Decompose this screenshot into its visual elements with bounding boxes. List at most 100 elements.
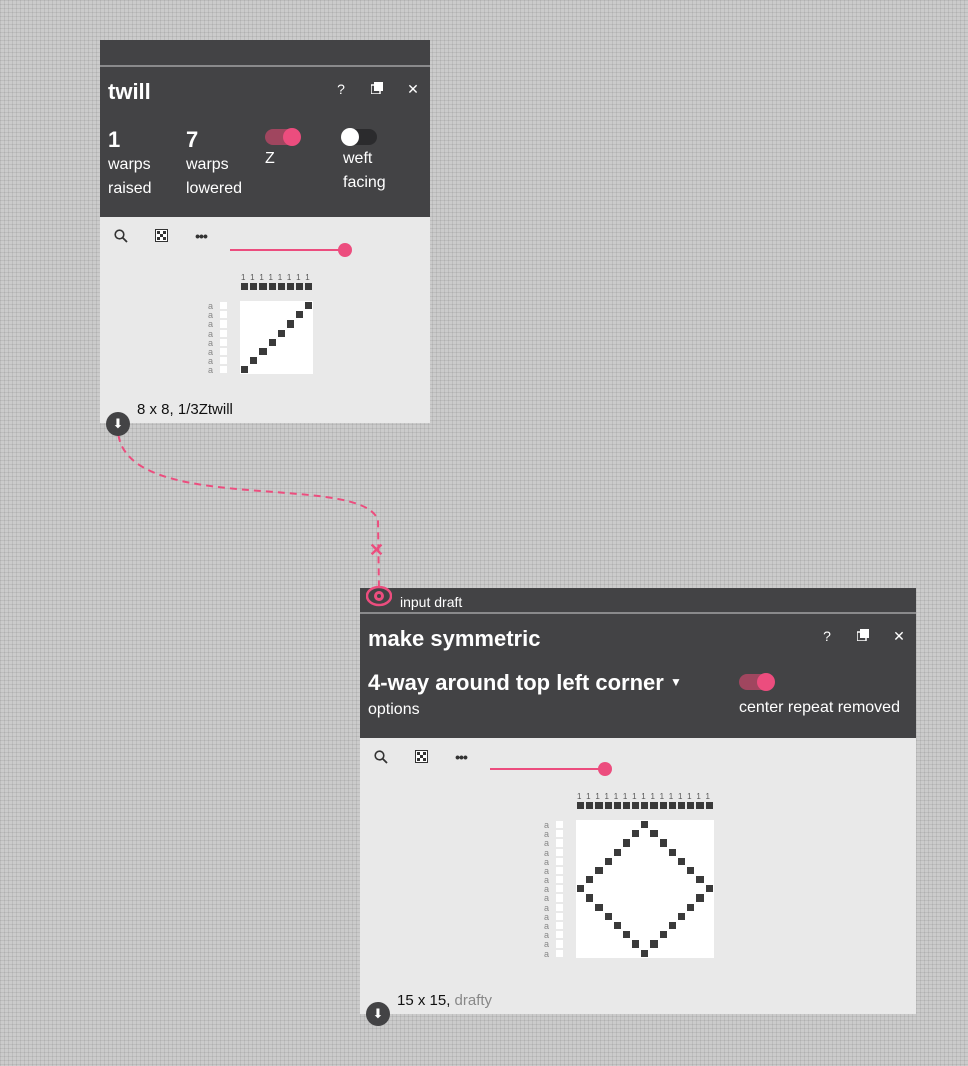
tieup-cell <box>241 283 249 291</box>
help-icon[interactable]: ? <box>334 81 348 98</box>
warp-number: 1 <box>286 273 292 282</box>
weft-color-cell <box>556 885 564 893</box>
weft-label: a <box>544 948 550 959</box>
symmetric-draft-panel: ••• 111111111111111aaaaaaaaaaaaaaa 15 x … <box>360 738 916 1014</box>
draft-view-icon[interactable] <box>154 229 168 243</box>
warps-raised-value[interactable]: 1 <box>108 127 152 153</box>
drawdown-cell <box>650 940 658 948</box>
node-title: make symmetric <box>368 626 541 651</box>
drawdown-cell <box>586 876 594 884</box>
drawdown-cell <box>622 931 631 939</box>
zoom-icon[interactable] <box>114 229 128 243</box>
more-options-icon[interactable]: ••• <box>454 750 468 764</box>
warp-number: 1 <box>641 792 646 801</box>
drawdown-cell <box>586 894 594 902</box>
warp-number: 1 <box>241 273 246 282</box>
drawdown-cell <box>641 949 649 957</box>
weft-label: a <box>208 356 214 367</box>
weft-color-cell <box>556 940 564 948</box>
weft-label: a <box>208 365 214 376</box>
options-param[interactable]: 4-way around top left corner ▼ options <box>368 670 682 722</box>
tieup-cell <box>613 802 621 810</box>
delete-connection-icon[interactable]: ✕ <box>369 540 384 561</box>
draft-name: drafty <box>454 992 493 1009</box>
tieup-cell <box>641 802 649 810</box>
weft-color-cell <box>556 857 564 865</box>
tieup-cell <box>286 283 295 291</box>
duplicate-icon[interactable] <box>370 81 384 98</box>
drawdown-cell <box>668 921 676 930</box>
draft-summary: 15 x 15, drafty <box>397 992 492 1009</box>
weft-label: a <box>544 939 550 950</box>
drawdown-cell <box>268 338 276 346</box>
zoom-slider-thumb[interactable] <box>598 762 612 776</box>
zoom-slider[interactable] <box>490 762 612 776</box>
zoom-icon[interactable] <box>374 750 388 764</box>
help-icon[interactable]: ? <box>820 628 834 645</box>
weft-color-cell <box>220 311 228 319</box>
warp-number: 1 <box>687 792 692 801</box>
tieup-cell <box>277 283 285 291</box>
weft-color-cell <box>556 866 564 875</box>
warps-raised-label-1: warps <box>108 156 151 173</box>
warps-lowered-value[interactable]: 7 <box>186 127 242 153</box>
warp-number: 1 <box>277 273 283 282</box>
tieup-cell <box>595 802 603 810</box>
drawdown-cell <box>632 830 640 838</box>
input-port-icon[interactable] <box>365 583 393 609</box>
options-select[interactable]: 4-way around top left corner ▼ <box>368 670 682 696</box>
duplicate-icon[interactable] <box>856 628 870 645</box>
tieup-cell <box>677 802 686 810</box>
output-download-icon[interactable]: ⬇ <box>106 412 130 436</box>
weft-color-cell <box>556 876 564 884</box>
warp-number: 1 <box>650 792 655 801</box>
weft-label: a <box>208 346 214 357</box>
warp-number: 1 <box>250 273 255 282</box>
weft-label: a <box>544 875 550 886</box>
drawdown-cell <box>577 885 585 893</box>
tieup-cell <box>659 802 667 810</box>
tieup-cell <box>604 802 612 810</box>
close-icon[interactable]: ✕ <box>406 81 420 98</box>
zoom-slider[interactable] <box>230 243 352 257</box>
close-icon[interactable]: ✕ <box>892 628 906 645</box>
warps-lowered-param[interactable]: 7 warps lowered <box>186 127 242 201</box>
warps-lowered-label-1: warps <box>186 156 229 173</box>
draft-view-icon[interactable] <box>414 750 428 764</box>
input-draft-label: input draft <box>400 594 463 610</box>
weft-label: a <box>544 902 550 913</box>
center-repeat-toggle[interactable] <box>739 673 775 691</box>
chevron-down-icon[interactable]: ▼ <box>670 675 682 689</box>
zoom-slider-thumb[interactable] <box>338 243 352 257</box>
input-draft-bar[interactable]: input draft <box>360 585 916 614</box>
twill-node-drag-bar[interactable] <box>100 40 430 67</box>
direction-toggle[interactable] <box>265 128 301 146</box>
tieup-cell <box>259 283 267 291</box>
weft-color-cell <box>556 931 564 939</box>
drawdown-cell <box>305 302 313 310</box>
weft-label: a <box>544 920 550 931</box>
drawdown-cell <box>622 839 631 847</box>
tieup-cell <box>296 283 304 291</box>
tieup-cell <box>305 283 313 291</box>
more-options-icon[interactable]: ••• <box>194 229 208 243</box>
warps-raised-param[interactable]: 1 warps raised <box>108 127 152 201</box>
weft-color-cell <box>556 848 564 856</box>
drawdown-grid <box>240 301 314 375</box>
weft-label: a <box>544 930 550 941</box>
tieup-cell <box>696 802 704 810</box>
output-download-icon[interactable]: ⬇ <box>366 1002 390 1026</box>
warp-number: 1 <box>259 273 264 282</box>
warp-number: 1 <box>696 792 701 801</box>
drawdown-cell <box>705 885 713 893</box>
drawdown-cell <box>632 940 640 948</box>
weft-label: a <box>544 820 550 830</box>
warp-number: 1 <box>613 792 619 801</box>
weft-facing-label-1: weft <box>343 150 373 167</box>
weft-color-cell <box>556 821 564 829</box>
drawdown-cell <box>677 857 686 865</box>
weft-facing-toggle[interactable] <box>341 128 377 146</box>
connection-line[interactable] <box>116 422 380 593</box>
tieup-cell <box>687 802 695 810</box>
warp-number: 1 <box>677 792 683 801</box>
